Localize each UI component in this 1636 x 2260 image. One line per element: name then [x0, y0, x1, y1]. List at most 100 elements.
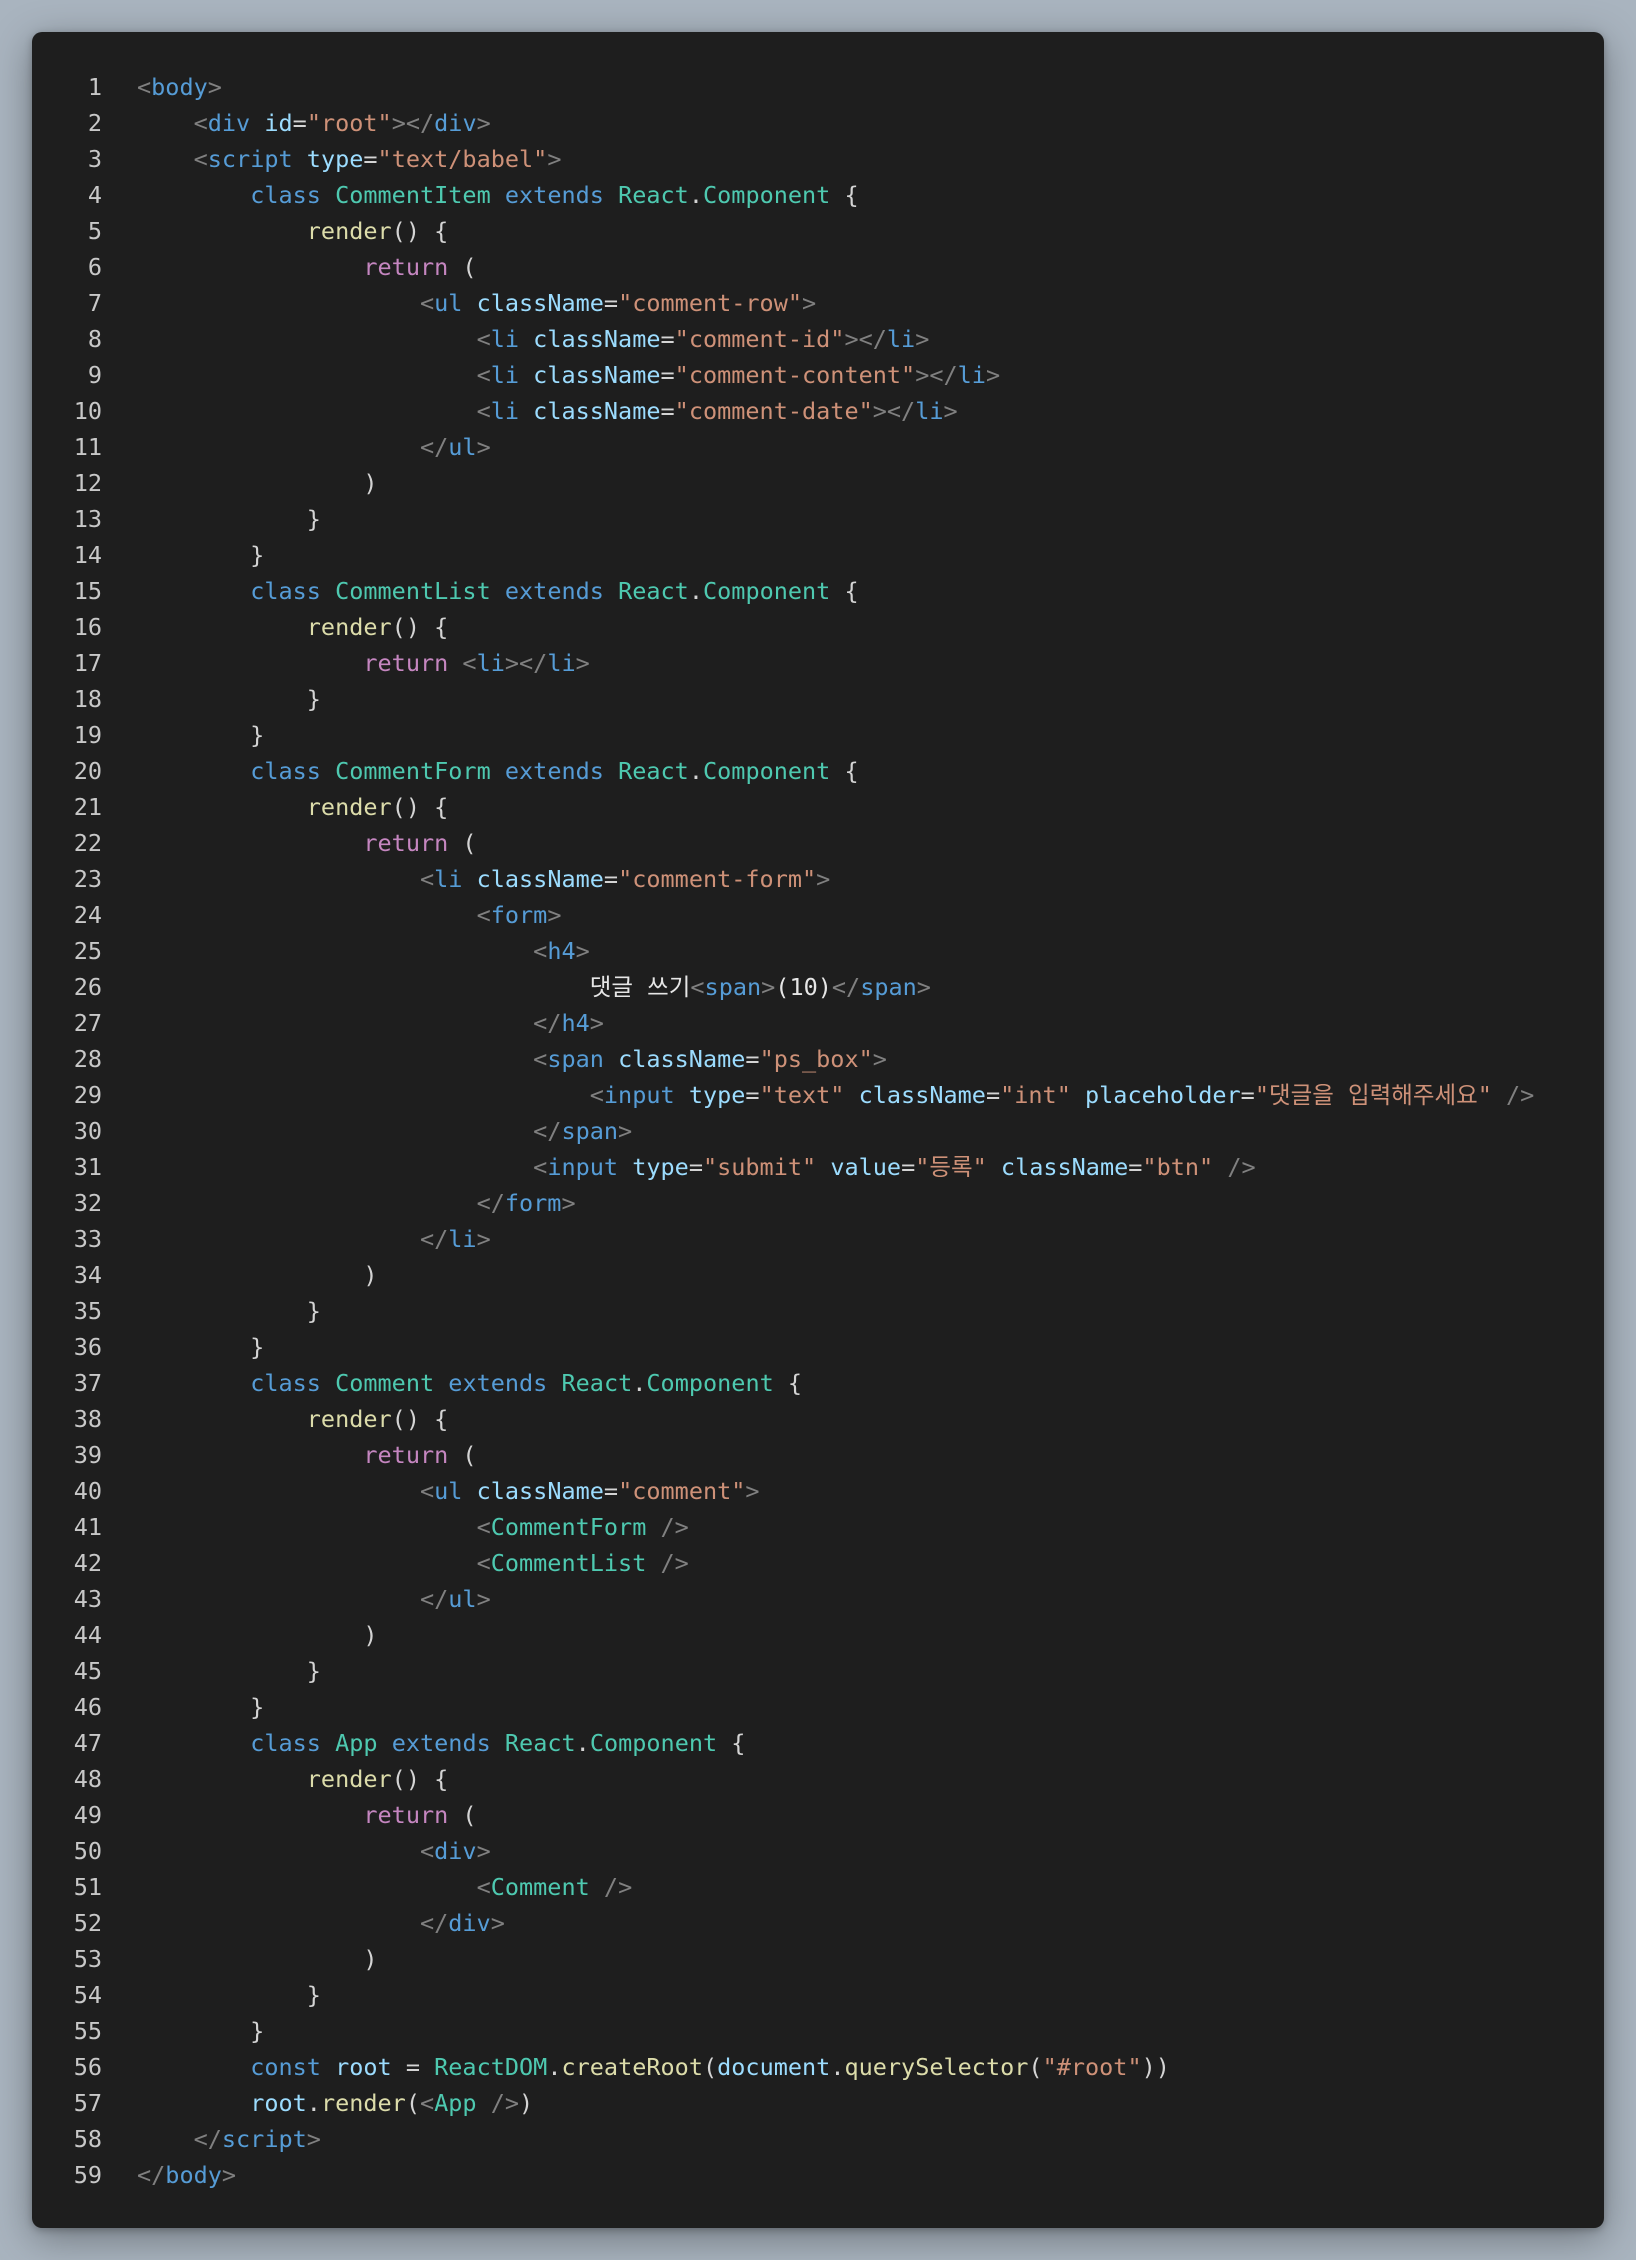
code-token: "comment": [618, 1477, 746, 1505]
code-token: <: [476, 397, 491, 425]
line-number: 38: [73, 1405, 102, 1433]
code-token: >: [476, 433, 491, 461]
code-token: className: [476, 289, 604, 317]
code-block[interactable]: 1 <body> 2 <div id="root"></div> 3 <script …: [32, 69, 1604, 2193]
line-number: 19: [73, 721, 102, 749]
line-number: 33: [73, 1225, 102, 1253]
code-token: <: [476, 1549, 491, 1577]
line-number: 53: [73, 1945, 102, 1973]
code-token: class: [250, 757, 321, 785]
code-token: Component: [703, 181, 831, 209]
code-text: class CommentList extends React.Componen…: [137, 573, 859, 609]
code-token: Comment: [335, 1369, 435, 1397]
code-line: 4 class CommentItem extends React.Compon…: [32, 177, 1604, 213]
code-token: return: [363, 1801, 449, 1829]
code-token: ): [137, 1261, 378, 1289]
code-text: <li className="comment-content"></li>: [137, 357, 1001, 393]
code-token: class: [250, 181, 321, 209]
code-token: >: [761, 973, 776, 1001]
code-line: 35 }: [32, 1293, 1604, 1329]
code-token: <: [462, 649, 477, 677]
code-token: </: [419, 1909, 449, 1937]
code-token: </: [137, 2161, 166, 2189]
code-text: render() {: [137, 1401, 448, 1437]
code-line: 49 return (: [32, 1797, 1604, 1833]
line-number: 30: [73, 1117, 102, 1145]
code-token: ul: [448, 1585, 477, 1613]
code-token: >: [476, 1585, 491, 1613]
code-token: />: [1506, 1081, 1535, 1109]
code-token: ul: [434, 1477, 463, 1505]
code-token: =: [985, 1081, 1001, 1109]
code-token: li: [448, 1225, 477, 1253]
code-token: "등록": [915, 1153, 987, 1181]
code-line: 51 <Comment />: [32, 1869, 1604, 1905]
code-token: div: [434, 1837, 477, 1865]
code-line: 22 return (: [32, 825, 1604, 861]
code-token: />: [660, 1513, 689, 1541]
code-token: }: [137, 541, 265, 569]
code-token: className: [476, 1477, 604, 1505]
code-line: 7 <ul className="comment-row">: [32, 285, 1604, 321]
code-text: }: [137, 1977, 321, 2013]
code-token: }: [137, 2017, 265, 2045]
code-line: 18 }: [32, 681, 1604, 717]
code-line: 40 <ul className="comment">: [32, 1473, 1604, 1509]
code-token: .: [688, 577, 703, 605]
line-number: 59: [73, 2161, 102, 2189]
line-number: 16: [73, 613, 102, 641]
code-token: body: [165, 2161, 222, 2189]
code-token: =: [688, 1153, 703, 1181]
code-token: ></: [504, 649, 548, 677]
code-token: .: [306, 2089, 321, 2117]
code-text: }: [137, 1293, 321, 1329]
code-token: h4: [561, 1009, 590, 1037]
code-token: React: [618, 577, 689, 605]
code-line: 13 }: [32, 501, 1604, 537]
code-token: {: [830, 577, 859, 605]
code-token: "comment-form": [618, 865, 817, 893]
code-token: render: [306, 613, 392, 641]
code-token: "comment-id": [674, 325, 845, 353]
code-token: <: [533, 1153, 548, 1181]
code-token: () {: [391, 217, 449, 245]
code-line: 2 <div id="root"></div>: [32, 105, 1604, 141]
code-line: 36 }: [32, 1329, 1604, 1365]
code-text: </span>: [137, 1113, 632, 1149]
code-line: 33 </li>: [32, 1221, 1604, 1257]
code-line: 12 ): [32, 465, 1604, 501]
code-token: <: [476, 361, 491, 389]
code-token: }: [137, 1981, 321, 2009]
code-token: }: [137, 505, 321, 533]
code-token: span: [561, 1117, 619, 1145]
code-line: 32 </form>: [32, 1185, 1604, 1221]
code-token: />: [490, 2089, 520, 2117]
line-number: 31: [73, 1153, 102, 1181]
code-token: class: [250, 1729, 321, 1757]
code-line: 34 ): [32, 1257, 1604, 1293]
code-text: <Comment />: [137, 1869, 633, 1905]
line-number: 52: [73, 1909, 102, 1937]
code-line: 15 class CommentList extends React.Compo…: [32, 573, 1604, 609]
code-token: >: [872, 1045, 887, 1073]
code-token: {: [773, 1369, 803, 1397]
code-text: <span className="ps_box">: [137, 1041, 887, 1077]
line-number: 26: [73, 973, 102, 1001]
